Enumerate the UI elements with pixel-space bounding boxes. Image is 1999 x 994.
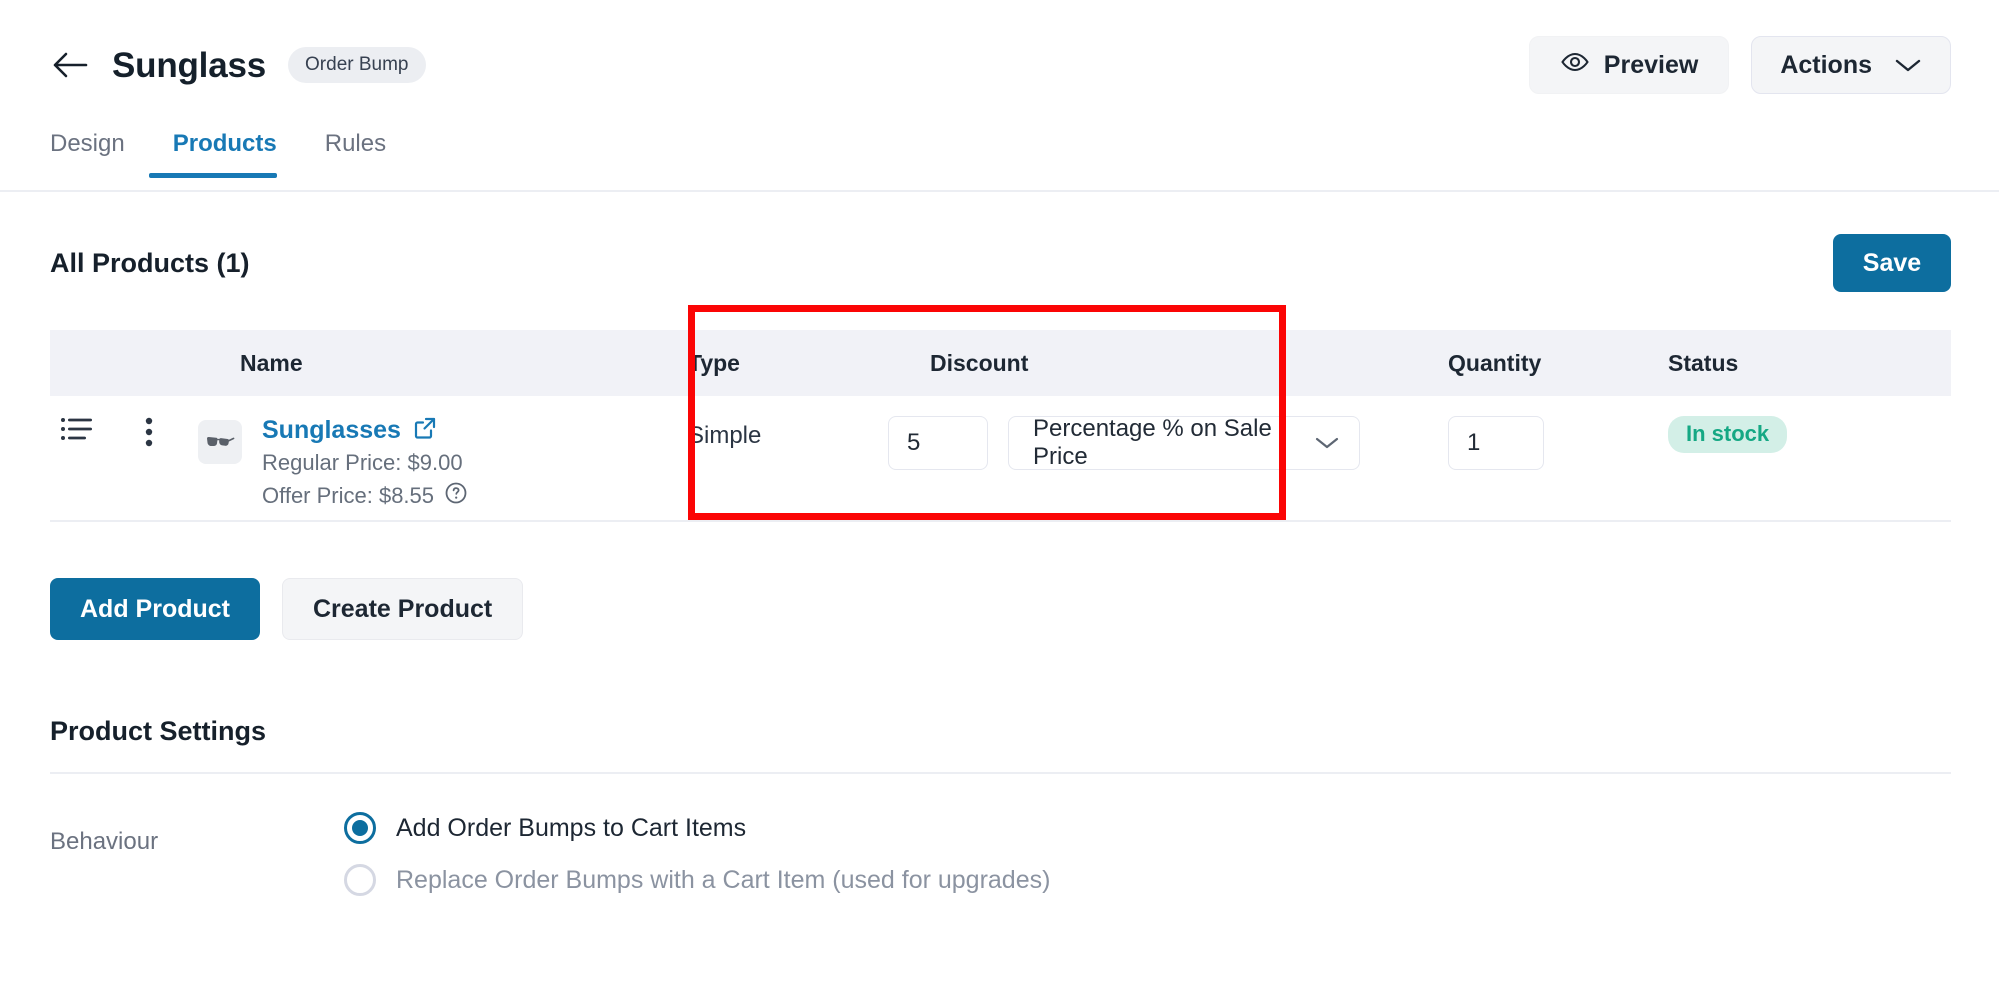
- help-circle-icon[interactable]: [444, 481, 468, 511]
- discount-value-input[interactable]: [888, 416, 988, 470]
- sunglasses-product-thumbnail: [198, 420, 242, 464]
- drag-handle-list-icon[interactable]: [60, 416, 94, 447]
- row-menu-cell: [144, 416, 198, 453]
- header-right-group: Preview Actions: [1528, 36, 1951, 94]
- section-header: All Products (1) Save: [50, 228, 1951, 298]
- header-quantity: Quantity: [1448, 349, 1542, 376]
- products-table: Name Type Discount Quantity Status Sungl…: [50, 330, 1951, 522]
- chevron-down-icon: [1315, 429, 1339, 457]
- page-header: Sunglass Order Bump Preview Actions: [0, 0, 1999, 130]
- tab-products[interactable]: Products: [148, 130, 301, 178]
- arrow-left-icon[interactable]: [50, 45, 90, 85]
- header-left-group: Sunglass Order Bump: [50, 45, 426, 85]
- row-type-cell: Simple: [688, 416, 888, 450]
- header-name: Name: [240, 349, 303, 376]
- behaviour-radio-group: Add Order Bumps to Cart Items Replace Or…: [344, 812, 1050, 896]
- product-type-text: Simple: [688, 422, 762, 449]
- behaviour-label: Behaviour: [50, 828, 159, 855]
- add-product-button[interactable]: Add Product: [50, 578, 260, 640]
- page-title: Sunglass: [112, 45, 267, 85]
- radio-option-label: Replace Order Bumps with a Cart Item (us…: [396, 865, 1051, 894]
- radio-option-add-order-bumps[interactable]: Add Order Bumps to Cart Items: [344, 812, 1050, 844]
- row-drag-handle-cell: [50, 416, 144, 447]
- save-button[interactable]: Save: [1833, 234, 1951, 292]
- product-action-buttons: Add Product Create Product: [50, 578, 524, 640]
- tab-design[interactable]: Design: [50, 130, 149, 176]
- radio-button-selected-icon[interactable]: [344, 812, 376, 844]
- preview-button-label: Preview: [1603, 50, 1699, 79]
- radio-option-label: Add Order Bumps to Cart Items: [396, 813, 747, 842]
- actions-button[interactable]: Actions: [1751, 36, 1951, 94]
- header-status: Status: [1668, 349, 1739, 376]
- header-discount: Discount: [930, 349, 1029, 376]
- quantity-input[interactable]: [1448, 416, 1544, 470]
- preview-button[interactable]: Preview: [1528, 36, 1730, 94]
- order-bump-badge: Order Bump: [288, 47, 426, 83]
- radio-option-replace-order-bumps[interactable]: Replace Order Bumps with a Cart Item (us…: [344, 864, 1050, 896]
- create-product-button[interactable]: Create Product: [282, 578, 524, 640]
- discount-type-label: Percentage % on Sale Price: [1033, 415, 1272, 470]
- offer-price-text: Offer Price: $8.55: [262, 483, 435, 508]
- settings-divider: [50, 772, 1951, 774]
- radio-button-unselected-icon[interactable]: [344, 864, 376, 896]
- row-status-cell: In stock: [1668, 416, 1908, 453]
- header-type: Type: [688, 349, 740, 376]
- row-quantity-cell: [1448, 416, 1668, 470]
- external-link-icon[interactable]: [413, 416, 437, 445]
- product-name-link[interactable]: Sunglasses: [262, 416, 401, 445]
- offer-price: Offer Price: $8.55: [262, 481, 468, 511]
- tab-bar: Design Products Rules: [0, 130, 1999, 192]
- chevron-down-icon: [1894, 51, 1922, 80]
- tab-rules[interactable]: Rules: [301, 130, 410, 176]
- order-bump-products-page: Sunglass Order Bump Preview Actions Desi…: [0, 0, 1999, 994]
- product-settings-title: Product Settings: [50, 716, 267, 746]
- table-row: Sunglasses Regular Price: $9.00 Offer Pr…: [50, 396, 1951, 522]
- kebab-menu-icon[interactable]: [144, 416, 154, 453]
- row-discount-cell: Percentage % on Sale Price: [888, 415, 1448, 470]
- regular-price-text: Regular Price: $9.00: [262, 450, 463, 475]
- row-name-cell: Sunglasses Regular Price: $9.00 Offer Pr…: [198, 416, 688, 511]
- eye-icon: [1560, 51, 1590, 80]
- actions-button-label: Actions: [1780, 50, 1872, 79]
- status-badge: In stock: [1668, 416, 1788, 453]
- table-header-row: Name Type Discount Quantity Status: [50, 330, 1951, 396]
- all-products-title: All Products (1): [50, 247, 250, 278]
- discount-type-select[interactable]: Percentage % on Sale Price: [1008, 415, 1360, 470]
- regular-price: Regular Price: $9.00: [262, 450, 468, 476]
